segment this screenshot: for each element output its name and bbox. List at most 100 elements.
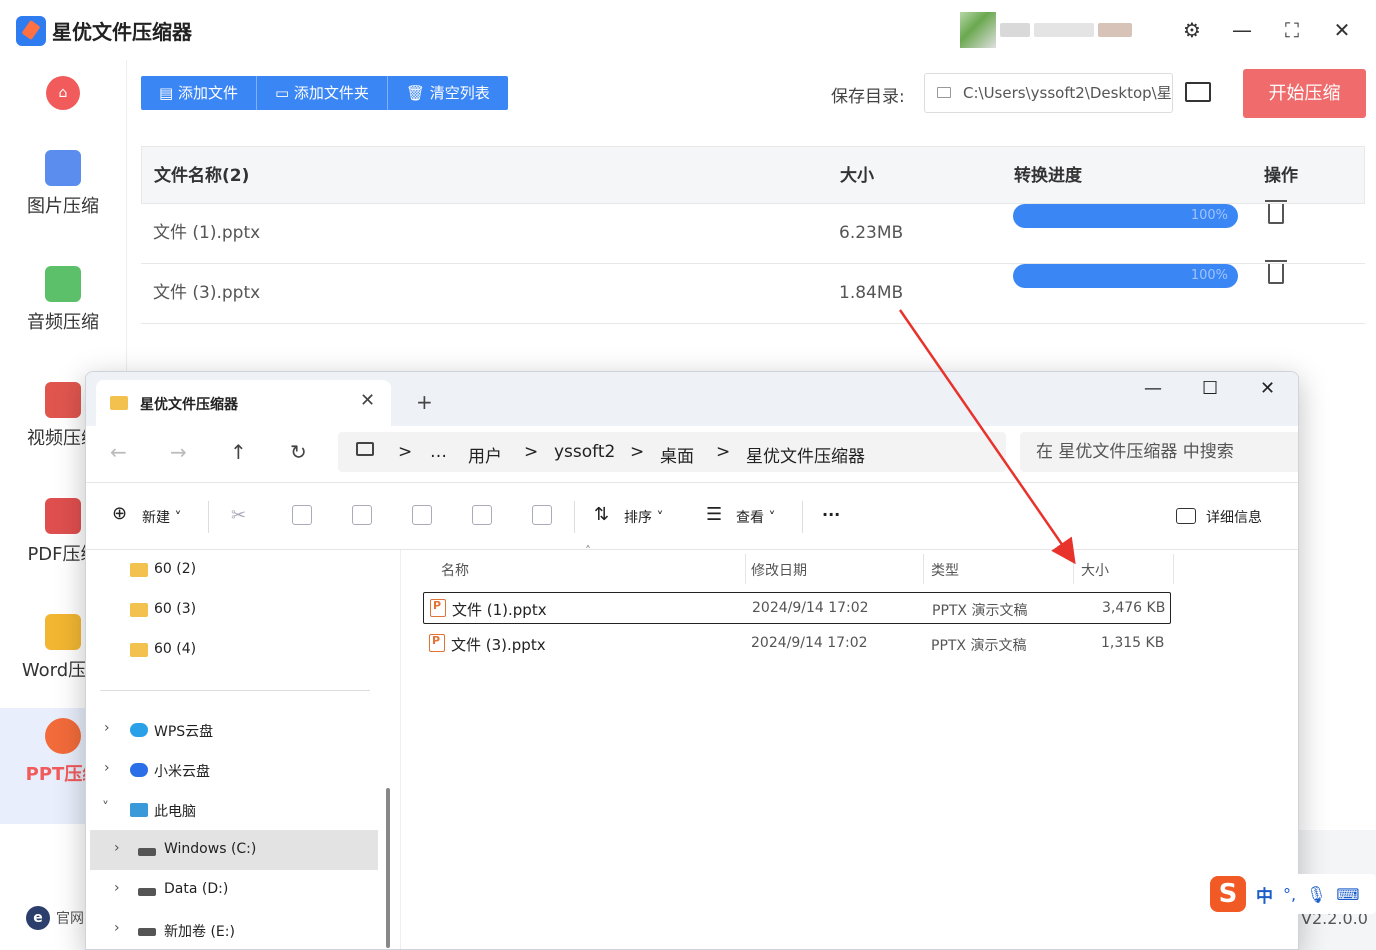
breadcrumb-sep: > [398,442,413,462]
chevron-right-icon[interactable]: › [104,720,110,736]
breadcrumb-item[interactable]: yssoft2 [554,442,615,462]
app-title: 星优文件压缩器 [52,20,192,44]
settings-icon[interactable]: ⚙ [1180,18,1204,42]
divider [208,501,209,533]
delete-icon[interactable] [1265,260,1287,284]
explorer-minimize-button[interactable]: — [1144,378,1162,399]
user-avatar[interactable] [960,12,1160,48]
cut-icon[interactable]: ✂ [231,505,251,526]
forward-icon[interactable]: → [170,440,187,464]
sidebar-item-image[interactable]: 图片压缩 [0,140,126,250]
app-titlebar: 星优文件压缩器 ⚙ — ⛶ ✕ [0,0,1376,60]
tree-item[interactable]: 60 (3) [86,590,386,630]
breadcrumb-item[interactable]: 星优文件压缩器 [746,442,865,467]
tree-item[interactable]: › 新加卷 (E:) [86,910,386,949]
chevron-right-icon[interactable]: › [114,840,120,856]
chevron-down-icon[interactable]: ˅ [102,800,109,816]
website-link[interactable]: e 官网 [26,906,84,930]
tree-item-label: 此电脑 [154,804,196,820]
paste-icon[interactable] [352,505,372,525]
refresh-icon[interactable]: ↻ [290,440,307,464]
list-item[interactable]: 文件 (3).pptx 2024/9/14 17:02 PPTX 演示文稿 1,… [423,628,1171,660]
home-icon[interactable]: ⌂ [46,76,80,110]
add-file-button[interactable]: ▤ 添加文件 [141,76,257,110]
tab-title: 星优文件压缩器 [140,397,238,413]
mic-icon[interactable]: 🎙 [1306,885,1326,904]
add-folder-button[interactable]: ▭ 添加文件夹 [257,76,388,110]
tree-item[interactable]: › WPS云盘 [86,710,386,750]
file-size: 1,315 KB [1101,635,1165,651]
file-modified: 2024/9/14 17:02 [752,600,869,616]
close-button[interactable]: ✕ [1330,18,1354,42]
command-bar: ⊕ 新建 ˅ ✂ ⇅ 排序 ˅ ☰ 查看 ˅ ··· 详细信息 [86,482,1298,550]
keyboard-icon[interactable]: ⌨ [1336,885,1359,904]
explorer-tab[interactable]: 星优文件压缩器 ✕ [96,380,391,426]
browse-folder-icon[interactable] [1185,82,1211,102]
tree-item-label: Data (D:) [164,881,229,897]
tree-item[interactable]: 60 (4) [86,630,386,670]
tree-item-label: 新加卷 (E:) [164,924,235,940]
col-modified[interactable]: 修改日期 [751,560,807,580]
file-explorer-window: 星优文件压缩器 ✕ + — ☐ ✕ ← → ↑ ↻ > … 用户 > yssof… [85,371,1299,950]
tree-item[interactable]: › 小米云盘 [86,750,386,790]
col-type[interactable]: 类型 [931,560,959,580]
sidebar-item-audio[interactable]: 音频压缩 [0,256,126,366]
clear-list-button[interactable]: 🗑 清空列表 [388,76,508,110]
share-icon[interactable] [472,505,492,525]
divider [745,554,746,584]
more-button[interactable]: ··· [822,505,840,524]
tree-scrollbar[interactable] [386,788,390,948]
file-name: 文件 (3).pptx [451,636,546,654]
breadcrumb-item[interactable]: 用户 [468,442,502,467]
breadcrumb-ellipsis[interactable]: … [430,442,447,462]
ime-mode[interactable]: 中 [1256,882,1273,907]
tree-item[interactable]: ˅ 此电脑 [86,790,386,830]
website-icon: e [26,906,50,930]
table-header: 文件名称(2) 大小 转换进度 操作 [141,146,1365,204]
ime-toolbar[interactable]: S 中 °, 🎙 ⌨ [1206,874,1376,914]
tree-item[interactable]: 60 (2) [86,550,386,590]
pdf-icon [45,498,81,534]
start-compress-button[interactable]: 开始压缩 [1243,69,1366,118]
chevron-right-icon[interactable]: › [104,760,110,776]
minimize-button[interactable]: — [1230,18,1254,42]
address-bar[interactable]: > … 用户 > yssoft2 > 桌面 > 星优文件压缩器 [338,432,1006,472]
tab-close-icon[interactable]: ✕ [360,390,375,411]
save-dir-value: C:\Users\yssoft2\Desktop\星 [963,84,1172,102]
back-icon[interactable]: ← [110,440,127,464]
view-label: 查看 [736,510,764,526]
explorer-close-button[interactable]: ✕ [1260,378,1275,399]
explorer-maximize-button[interactable]: ☐ [1202,378,1218,399]
new-tab-button[interactable]: + [416,390,433,414]
rename-icon[interactable] [412,505,432,525]
ppt-icon [45,718,81,754]
list-item[interactable]: 文件 (1).pptx 2024/9/14 17:02 PPTX 演示文稿 3,… [423,592,1171,624]
table-row: 文件 (1).pptx 6.23MB 100% [141,200,1365,264]
col-name[interactable]: 名称 [441,560,469,580]
save-dir-input[interactable]: C:\Users\yssoft2\Desktop\星 [924,73,1173,113]
sort-button[interactable]: 排序 ˅ [624,507,663,527]
chevron-right-icon[interactable]: › [114,920,120,936]
breadcrumb-sep: > [630,442,645,462]
folder-icon [130,643,148,657]
search-input[interactable]: 在 星优文件压缩器 中搜索 [1020,432,1298,472]
tree-item-selected[interactable]: › Windows (C:) [90,830,378,870]
col-size[interactable]: 大小 [1081,560,1109,580]
pptx-file-icon [430,599,446,617]
copy-icon[interactable] [292,505,312,525]
tree-item[interactable]: › Data (D:) [86,870,386,910]
chevron-right-icon[interactable]: › [114,880,120,896]
file-type: PPTX 演示文稿 [932,603,1028,619]
up-icon[interactable]: ↑ [230,440,247,464]
view-button[interactable]: 查看 ˅ [736,507,775,527]
delete-icon[interactable] [1265,200,1287,224]
details-button[interactable]: 详细信息 [1206,507,1262,527]
ime-punctuation[interactable]: °, [1283,885,1296,904]
delete-icon[interactable] [532,505,552,525]
computer-icon [130,803,148,817]
new-button[interactable]: 新建 ˅ [142,507,181,527]
divider [100,690,370,691]
save-dir-label: 保存目录: [831,87,905,107]
maximize-button[interactable]: ⛶ [1280,18,1304,42]
breadcrumb-item[interactable]: 桌面 [660,442,694,467]
